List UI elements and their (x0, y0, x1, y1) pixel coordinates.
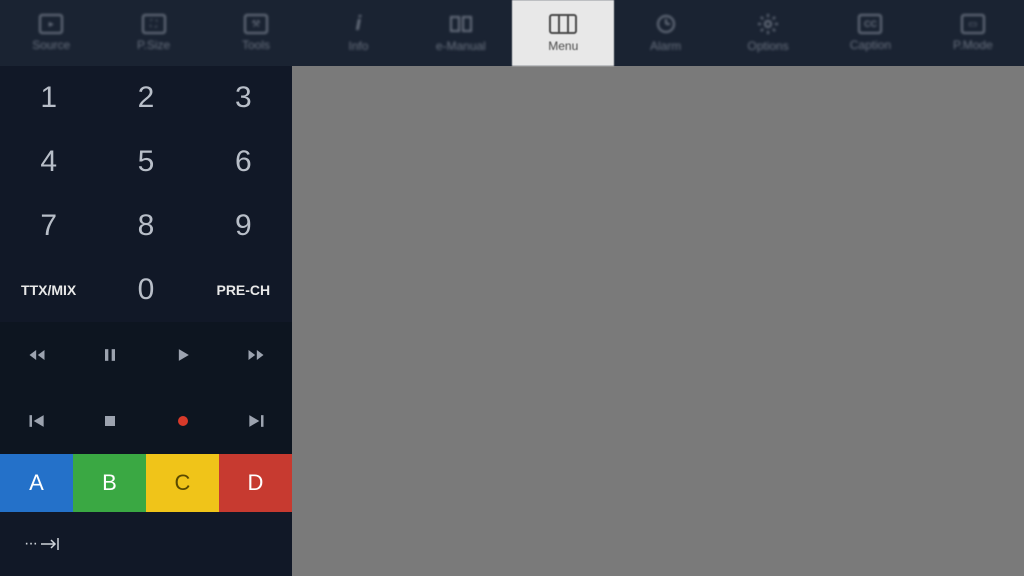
toolbar-source[interactable]: ▸ Source (0, 0, 102, 66)
rewind-button[interactable] (0, 322, 73, 388)
toolbar-alarm[interactable]: Alarm (614, 0, 716, 66)
color-button-b[interactable]: B (73, 454, 146, 512)
skip-forward-icon (246, 411, 266, 431)
toolbar-label: Caption (850, 38, 891, 52)
key-5[interactable]: 5 (97, 130, 194, 194)
caption-icon: CC (858, 14, 882, 34)
key-0[interactable]: 0 (97, 258, 194, 322)
key-2[interactable]: 2 (97, 66, 194, 130)
skip-forward-button[interactable] (219, 388, 292, 454)
key-3[interactable]: 3 (195, 66, 292, 130)
media-controls (0, 322, 292, 454)
bottom-row: ··· (0, 512, 292, 576)
options-icon (754, 13, 782, 35)
pause-button[interactable] (73, 322, 146, 388)
color-button-a[interactable]: A (0, 454, 73, 512)
stop-button[interactable] (73, 388, 146, 454)
color-buttons: A B C D (0, 454, 292, 512)
key-9[interactable]: 9 (195, 194, 292, 258)
stop-icon (100, 411, 120, 431)
toolbar-label: Source (32, 38, 70, 52)
play-button[interactable] (146, 322, 219, 388)
toolbar-psize[interactable]: ⛶ P.Size (102, 0, 204, 66)
toolbar-label: Alarm (650, 39, 681, 53)
toolbar-label: Options (747, 39, 788, 53)
toolbar-emanual[interactable]: e-Manual (410, 0, 512, 66)
toolbar-caption[interactable]: CC Caption (819, 0, 921, 66)
menu-icon (549, 13, 577, 35)
tab-forward-icon[interactable]: ··· (24, 535, 61, 553)
psize-icon: ⛶ (142, 14, 166, 34)
alarm-icon (652, 13, 680, 35)
key-pre-ch[interactable]: PRE-CH (195, 258, 292, 322)
record-icon (173, 411, 193, 431)
toolbar-label: e-Manual (436, 39, 486, 53)
toolbar-label: P.Mode (953, 38, 993, 52)
tools-icon: ⚒ (244, 14, 268, 34)
key-7[interactable]: 7 (0, 194, 97, 258)
toolbar-menu[interactable]: Menu (512, 0, 614, 66)
toolbar-label: Info (348, 39, 368, 53)
fast-forward-button[interactable] (219, 322, 292, 388)
toolbar-label: P.Size (137, 38, 170, 52)
toolbar-label: Tools (242, 38, 270, 52)
main-area: 1 2 3 4 5 6 7 8 9 TTX/MIX 0 PRE-CH (0, 66, 1024, 576)
color-button-c[interactable]: C (146, 454, 219, 512)
record-button[interactable] (146, 388, 219, 454)
key-4[interactable]: 4 (0, 130, 97, 194)
toolbar-options[interactable]: Options (717, 0, 819, 66)
rewind-icon (27, 345, 47, 365)
play-icon (173, 345, 193, 365)
source-icon: ▸ (39, 14, 63, 34)
emanual-icon (447, 13, 475, 35)
top-toolbar: ▸ Source ⛶ P.Size ⚒ Tools i Info e-Manua… (0, 0, 1024, 66)
remote-panel: 1 2 3 4 5 6 7 8 9 TTX/MIX 0 PRE-CH (0, 66, 292, 576)
color-button-d[interactable]: D (219, 454, 292, 512)
toolbar-label: Menu (548, 39, 578, 53)
key-6[interactable]: 6 (195, 130, 292, 194)
pause-icon (100, 345, 120, 365)
number-pad: 1 2 3 4 5 6 7 8 9 TTX/MIX 0 PRE-CH (0, 66, 292, 322)
skip-back-icon (27, 411, 47, 431)
key-8[interactable]: 8 (97, 194, 194, 258)
info-icon: i (344, 13, 372, 35)
toolbar-tools[interactable]: ⚒ Tools (205, 0, 307, 66)
key-1[interactable]: 1 (0, 66, 97, 130)
toolbar-pmode[interactable]: ▭ P.Mode (922, 0, 1024, 66)
pmode-icon: ▭ (961, 14, 985, 34)
skip-back-button[interactable] (0, 388, 73, 454)
fast-forward-icon (246, 345, 266, 365)
key-ttx-mix[interactable]: TTX/MIX (0, 258, 97, 322)
toolbar-info[interactable]: i Info (307, 0, 409, 66)
